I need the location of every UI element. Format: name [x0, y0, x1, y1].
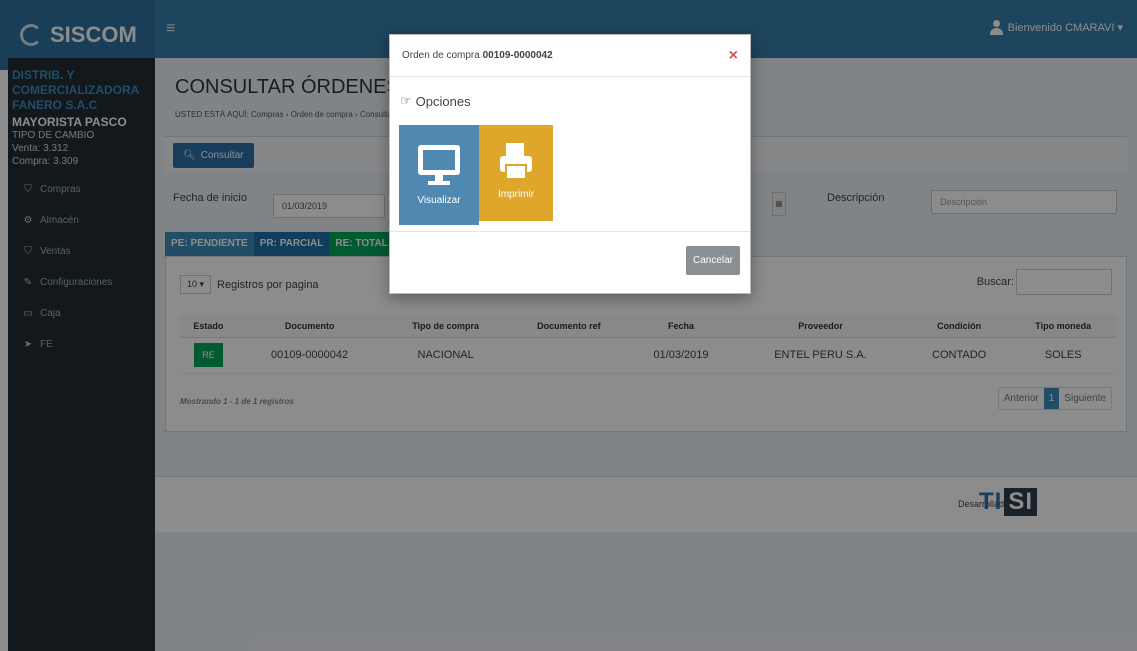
- printer-icon: [500, 143, 532, 180]
- visualizar-label: Visualizar: [417, 195, 461, 206]
- visualizar-button[interactable]: Visualizar: [399, 125, 479, 225]
- imprimir-button[interactable]: Imprimir: [479, 125, 553, 221]
- modal-header: Orden de compra 00109-0000042 ×: [390, 35, 750, 77]
- modal-title: Orden de compra 00109-0000042: [402, 50, 553, 61]
- options-modal: Orden de compra 00109-0000042 × ☞ Opcion…: [389, 34, 751, 294]
- monitor-icon: [418, 145, 460, 185]
- hand-pointer-icon: ☞: [400, 93, 412, 108]
- options-title: ☞ Opciones: [400, 93, 471, 109]
- cancel-button[interactable]: Cancelar: [685, 246, 740, 275]
- modal-footer: Cancelar: [390, 231, 750, 293]
- imprimir-label: Imprimir: [497, 189, 535, 200]
- close-icon[interactable]: ×: [729, 47, 738, 65]
